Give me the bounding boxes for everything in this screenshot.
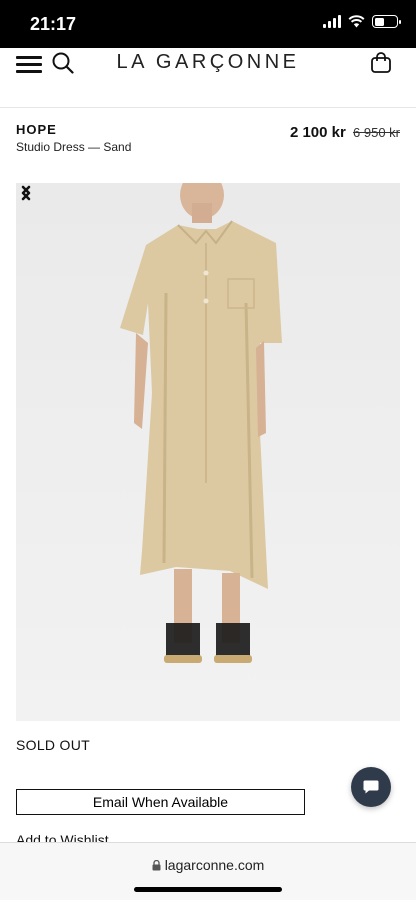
sale-price: 2 100 kr bbox=[289, 124, 346, 141]
original-price: 6 950 kr bbox=[353, 125, 400, 140]
status-bar: 21:17 bbox=[0, 0, 416, 48]
status-time: 21:17 bbox=[30, 14, 77, 34]
chat-bubble-icon bbox=[363, 780, 379, 794]
signal-icon bbox=[323, 15, 341, 28]
battery-icon bbox=[372, 15, 401, 28]
chevron-right-icon[interactable] bbox=[16, 183, 36, 203]
chat-button[interactable] bbox=[351, 767, 391, 807]
browser-address-bar[interactable]: lagarconne.com bbox=[0, 842, 416, 900]
product-photo bbox=[16, 183, 400, 721]
product-name: Studio Dress — Sand bbox=[16, 140, 132, 154]
url-display[interactable]: lagarconne.com bbox=[0, 857, 416, 873]
status-icons bbox=[323, 15, 401, 28]
url-text: lagarconne.com bbox=[164, 857, 265, 873]
wifi-icon bbox=[348, 15, 365, 28]
site-logo[interactable]: LA GARÇONNE bbox=[0, 51, 416, 74]
home-indicator[interactable] bbox=[134, 887, 282, 892]
product-image-gallery[interactable] bbox=[16, 183, 400, 721]
stock-status: SOLD OUT bbox=[16, 737, 90, 753]
site-header: LA GARÇONNE bbox=[0, 48, 416, 108]
lock-icon bbox=[152, 860, 161, 871]
product-price: 2 100 kr 6 950 kr bbox=[290, 124, 400, 141]
email-when-available-button[interactable]: Email When Available bbox=[16, 789, 305, 815]
battery-level bbox=[374, 17, 384, 26]
product-header: HOPE Studio Dress — Sand 2 100 kr 6 950 … bbox=[16, 122, 400, 154]
bag-icon[interactable] bbox=[370, 52, 392, 74]
